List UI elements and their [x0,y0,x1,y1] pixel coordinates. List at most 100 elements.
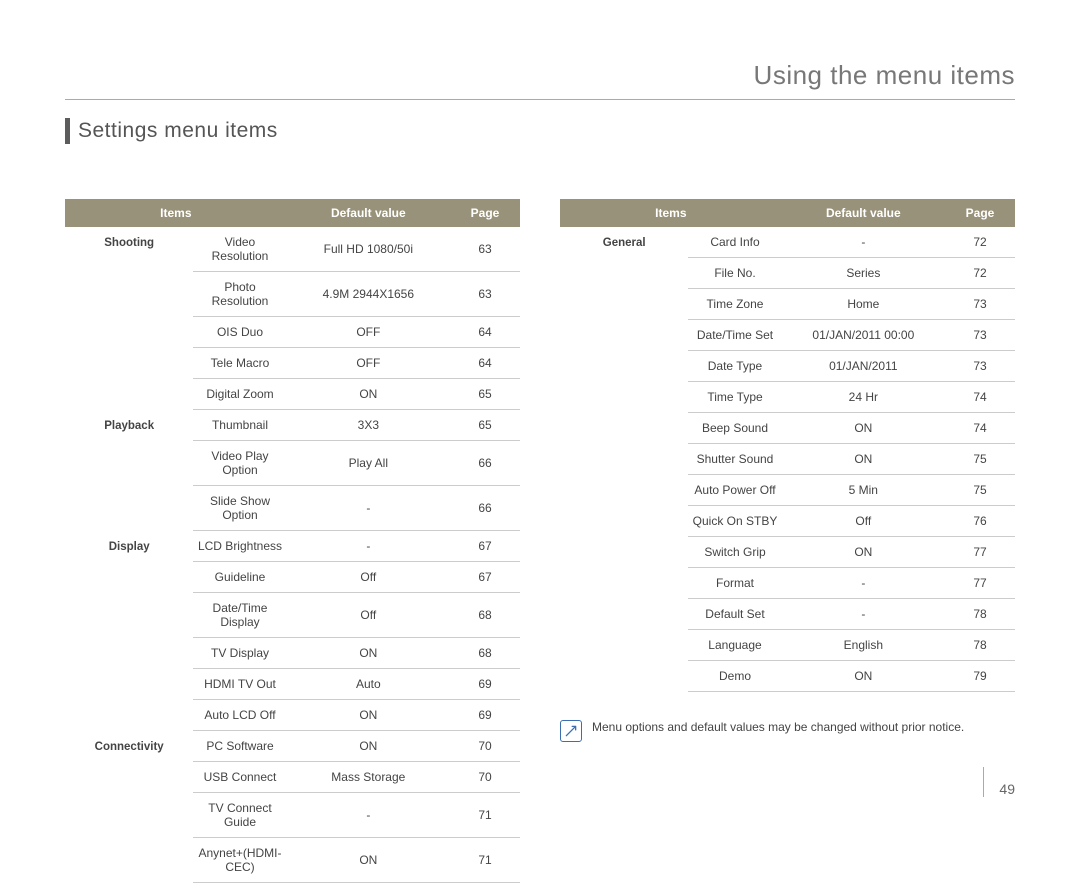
page-cell: 66 [450,486,520,531]
category-cell [65,379,193,410]
default-cell: ON [287,638,450,669]
page-cell: 77 [945,568,1015,599]
table-row: Format-77 [560,568,1015,599]
page-cell: 73 [945,320,1015,351]
table-header-row: Items Default value Page [560,199,1015,227]
item-cell: Format [688,568,781,599]
default-cell: Off [287,593,450,638]
default-cell: - [287,486,450,531]
default-cell: OFF [287,317,450,348]
header-page: Page [945,199,1015,227]
page-cell: 69 [450,669,520,700]
item-cell: Video Play Option [193,441,286,486]
title-rule [65,99,1015,100]
table-row: Tele MacroOFF64 [65,348,520,379]
settings-table-right: Items Default value Page GeneralCard Inf… [560,199,1015,692]
default-cell: Mass Storage [287,762,450,793]
default-cell: - [782,227,945,258]
table-row: HDMI TV OutAuto69 [65,669,520,700]
item-cell: HDMI TV Out [193,669,286,700]
item-cell: USB Connect [193,762,286,793]
item-cell: Switch Grip [688,537,781,568]
item-cell: LCD Brightness [193,531,286,562]
category-cell [560,599,688,630]
page-cell: 67 [450,531,520,562]
category-cell [560,444,688,475]
default-cell: ON [287,379,450,410]
page-title: Using the menu items [65,60,1015,91]
item-cell: Guideline [193,562,286,593]
table-header-row: Items Default value Page [65,199,520,227]
default-cell: Auto [287,669,450,700]
default-cell: OFF [287,348,450,379]
page-cell: 68 [450,593,520,638]
category-cell [560,568,688,599]
table-body-left: ShootingVideo ResolutionFull HD 1080/50i… [65,227,520,883]
page-cell: 70 [450,762,520,793]
item-cell: TV Connect Guide [193,793,286,838]
category-cell: Connectivity [65,731,193,762]
category-cell [65,441,193,486]
page-cell: 67 [450,562,520,593]
item-cell: TV Display [193,638,286,669]
notice: Menu options and default values may be c… [560,720,1015,742]
category-cell [560,289,688,320]
table-row: OIS DuoOFF64 [65,317,520,348]
category-cell [560,661,688,692]
category-cell [560,630,688,661]
table-row: Date/Time DisplayOff68 [65,593,520,638]
item-cell: Date/Time Set [688,320,781,351]
table-body-right: GeneralCard Info-72File No.Series72Time … [560,227,1015,692]
table-row: GuidelineOff67 [65,562,520,593]
page-cell: 74 [945,413,1015,444]
category-cell: General [560,227,688,258]
page-cell: 71 [450,838,520,883]
table-row: LanguageEnglish78 [560,630,1015,661]
item-cell: Date Type [688,351,781,382]
tables-container: Items Default value Page ShootingVideo R… [65,199,1015,883]
table-row: File No.Series72 [560,258,1015,289]
section-header: Settings menu items [65,118,1015,144]
page-cell: 73 [945,289,1015,320]
default-cell: 01/JAN/2011 00:00 [782,320,945,351]
page-cell: 64 [450,317,520,348]
page-cell: 72 [945,258,1015,289]
item-cell: Photo Resolution [193,272,286,317]
item-cell: Time Zone [688,289,781,320]
item-cell: Card Info [688,227,781,258]
settings-table-left: Items Default value Page ShootingVideo R… [65,199,520,883]
table-row: TV DisplayON68 [65,638,520,669]
category-cell [65,793,193,838]
header-default: Default value [782,199,945,227]
item-cell: Date/Time Display [193,593,286,638]
item-cell: Auto Power Off [688,475,781,506]
default-cell: Full HD 1080/50i [287,227,450,272]
item-cell: Tele Macro [193,348,286,379]
category-cell [560,537,688,568]
page-cell: 76 [945,506,1015,537]
default-cell: Home [782,289,945,320]
page-cell: 71 [450,793,520,838]
item-cell: Video Resolution [193,227,286,272]
category-cell [65,562,193,593]
item-cell: Quick On STBY [688,506,781,537]
table-row: DisplayLCD Brightness-67 [65,531,520,562]
item-cell: PC Software [193,731,286,762]
page-cell: 70 [450,731,520,762]
page-cell: 75 [945,444,1015,475]
default-cell: 3X3 [287,410,450,441]
table-row: Date/Time Set01/JAN/2011 00:0073 [560,320,1015,351]
category-cell [65,317,193,348]
category-cell: Playback [65,410,193,441]
table-row: Anynet+(HDMI-CEC)ON71 [65,838,520,883]
category-cell [560,382,688,413]
default-cell: - [782,568,945,599]
table-row: GeneralCard Info-72 [560,227,1015,258]
item-cell: Auto LCD Off [193,700,286,731]
table-row: Beep SoundON74 [560,413,1015,444]
default-cell: 24 Hr [782,382,945,413]
category-cell [560,475,688,506]
table-row: ConnectivityPC SoftwareON70 [65,731,520,762]
page-cell: 65 [450,379,520,410]
default-cell: English [782,630,945,661]
